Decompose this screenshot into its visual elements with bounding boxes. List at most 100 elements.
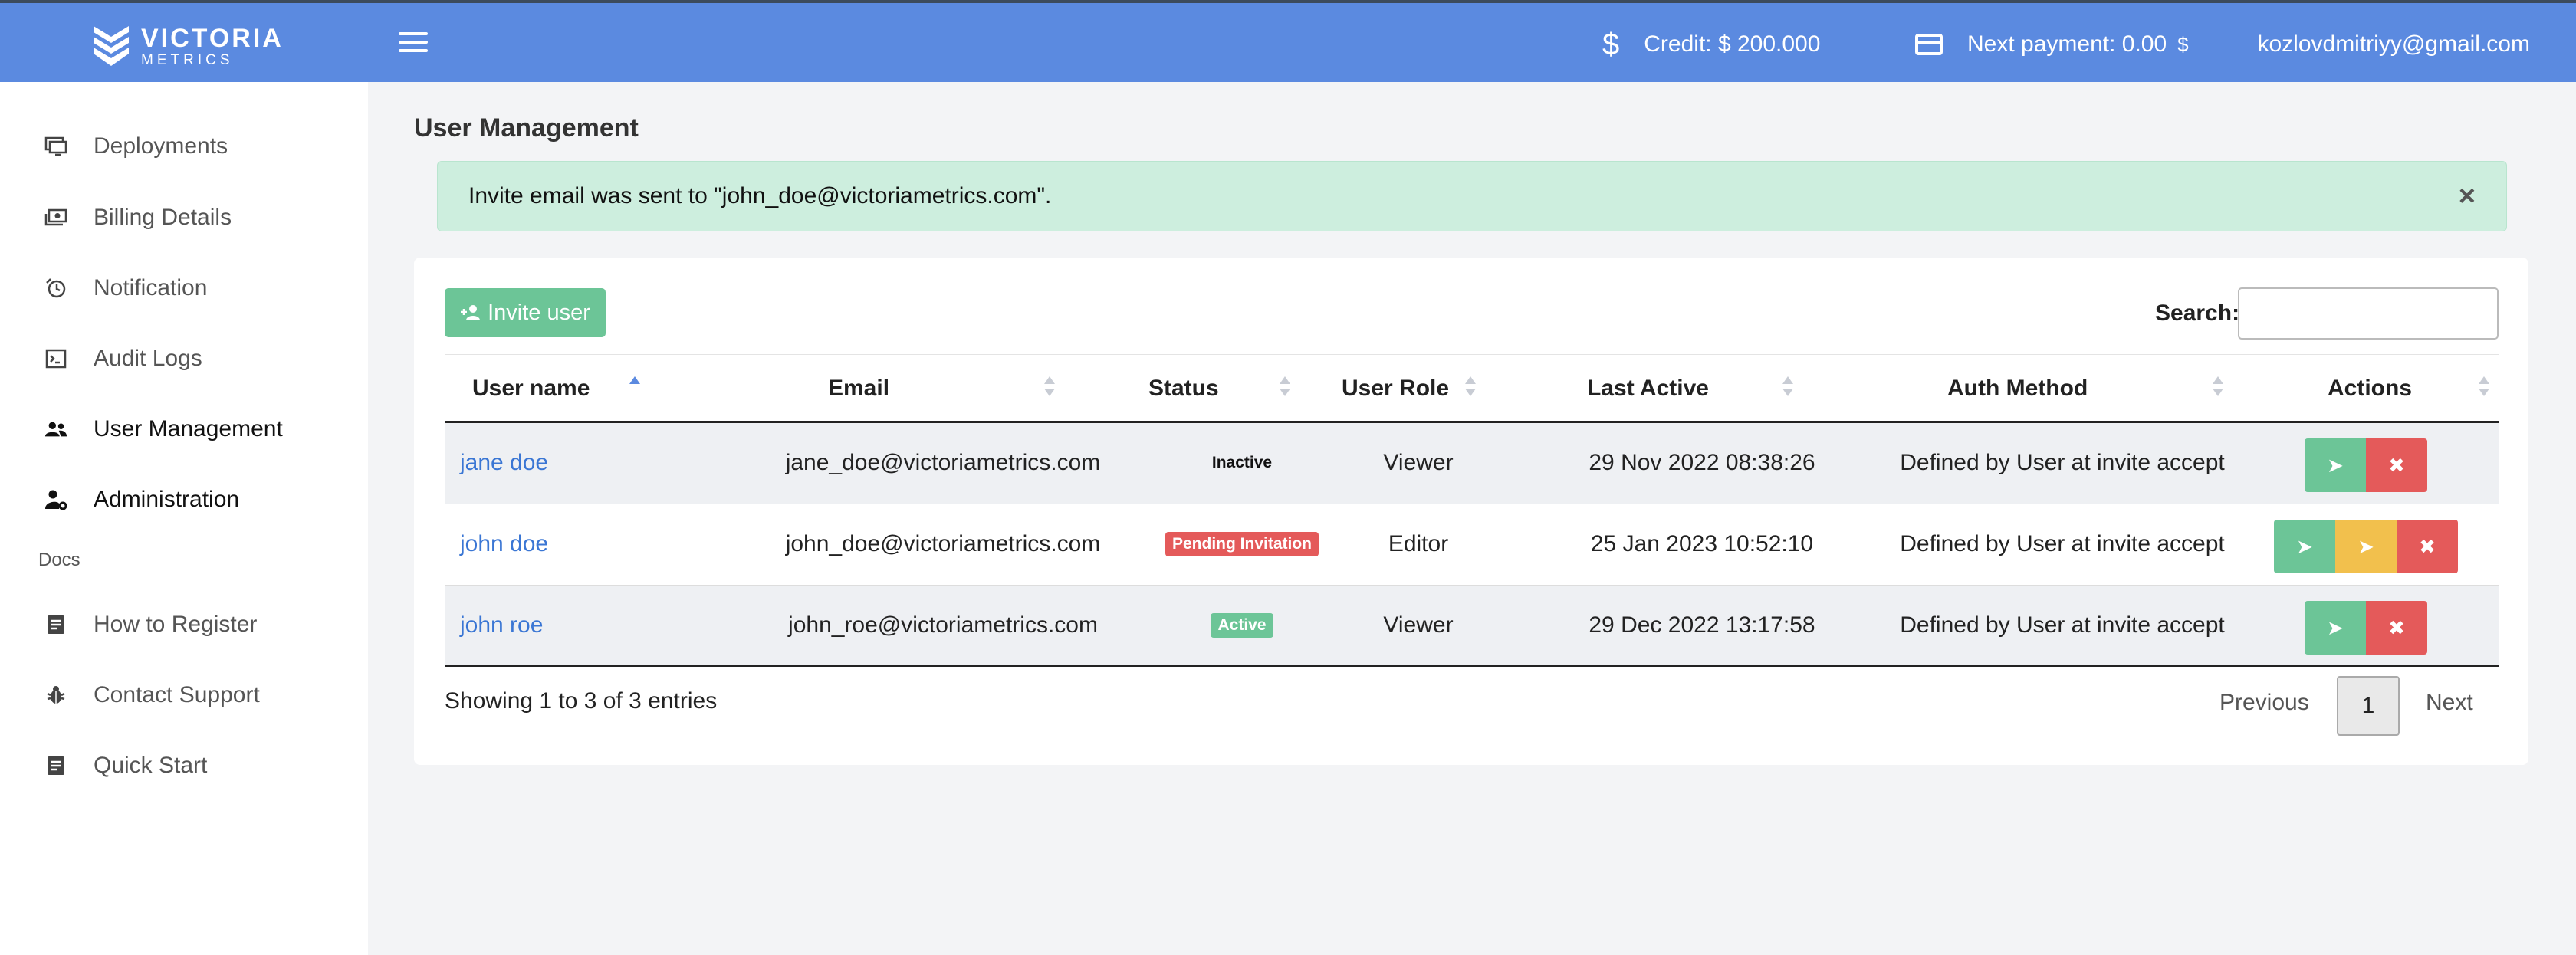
sidebar-item-quick-start[interactable]: Quick Start [0,743,368,789]
column-header-auth-method[interactable]: Auth Method [1947,355,2088,422]
last-active-cell: 29 Nov 2022 08:38:26 [1589,450,1815,475]
document-icon [44,754,67,777]
next-payment-display: Next payment: 0.00 $ [1915,29,2189,60]
user-role-cell: Viewer [1383,612,1454,638]
sort-icon[interactable] [1044,375,1055,399]
sort-icon[interactable] [2213,375,2223,399]
send-icon: ➤ [2358,534,2374,558]
user-gear-icon [44,488,67,511]
sort-ascending-icon[interactable] [629,375,640,399]
column-header-email[interactable]: Email [828,355,889,422]
remove-user-button[interactable]: ✖ [2397,520,2458,573]
next-payment-text: Next payment: 0.00 [1967,31,2167,57]
sidebar-item-label: Billing Details [94,205,232,230]
table-row: john doe john_doe@victoriametrics.com Pe… [445,504,2499,586]
column-header-last-active[interactable]: Last Active [1587,355,1709,422]
change-role-button[interactable]: ➤ [2274,520,2335,573]
credit-card-icon [1915,34,1943,55]
sidebar-item-label: Quick Start [94,753,208,778]
sidebar-item-administration[interactable]: Administration [0,477,368,523]
column-header-actions[interactable]: Actions [2328,355,2412,422]
user-edit-icon: ➤ [2296,534,2313,558]
success-alert: Invite email was sent to "john_doe@victo… [437,161,2507,231]
user-role-cell: Viewer [1383,450,1454,475]
remove-user-button[interactable]: ✖ [2366,601,2427,655]
user-email-cell: john_roe@victoriametrics.com [788,612,1098,638]
invite-user-label: Invite user [488,300,590,325]
top-bar: VICTORIA METRICS $ Credit: $ 200.000 Nex… [0,0,2576,82]
user-edit-icon: ➤ [2327,615,2344,639]
credit-display: $ Credit: $ 200.000 [1602,27,1821,61]
sidebar-item-notification[interactable]: Notification [0,265,368,311]
status-badge: Active [1211,613,1273,638]
table-header: User name Email Status User Role Last Ac… [445,354,2499,423]
entries-info: Showing 1 to 3 of 3 entries [445,688,718,714]
status-badge: Inactive [1211,454,1273,471]
alarm-icon [44,277,67,300]
document-icon [44,613,67,636]
credit-text: Credit: $ 200.000 [1644,31,1821,57]
sidebar-item-deployments[interactable]: Deployments [0,123,368,169]
user-email[interactable]: kozlovdmitriyy@gmail.com [2257,29,2530,60]
row-actions: ➤ ✖ [2305,438,2427,492]
search-input[interactable] [2238,287,2499,340]
dollar-icon: $ [1602,27,1620,61]
row-actions: ➤ ➤ ✖ [2274,520,2458,573]
sidebar-item-label: User Management [94,416,283,441]
logo[interactable]: VICTORIA METRICS [92,23,284,69]
user-table-card: Invite user Search: User name Email Stat… [414,258,2528,765]
search-label: Search: [2155,300,2240,326]
remove-user-button[interactable]: ✖ [2366,438,2427,492]
change-role-button[interactable]: ➤ [2305,438,2366,492]
auth-method-cell: Defined by User at invite accept [1900,612,2225,638]
sidebar-item-how-to-register[interactable]: How to Register [0,602,368,648]
sidebar: Deployments Billing Details Notification… [0,82,368,955]
table-row: john roe john_roe@victoriametrics.com Ac… [445,586,2499,667]
remove-user-icon: ✖ [2388,453,2405,477]
close-icon[interactable]: × [2459,180,2476,213]
user-name-link[interactable]: john roe [460,586,543,665]
add-user-icon [461,305,481,320]
logo-title: VICTORIA [141,23,284,53]
pagination-page-1[interactable]: 1 [2337,676,2400,736]
users-icon [44,418,67,441]
sort-icon[interactable] [2479,375,2489,399]
user-role-cell: Editor [1388,531,1449,556]
status-badge: Pending Invitation [1165,532,1319,556]
resend-invite-button[interactable]: ➤ [2335,520,2397,573]
sidebar-item-user-management[interactable]: User Management [0,406,368,452]
user-email-cell: jane_doe@victoriametrics.com [785,450,1101,475]
column-header-user-name[interactable]: User name [472,355,590,422]
sort-icon[interactable] [1465,375,1476,399]
remove-user-icon: ✖ [2419,534,2436,558]
last-active-cell: 25 Jan 2023 10:52:10 [1590,531,1814,556]
sidebar-item-audit-logs[interactable]: Audit Logs [0,336,368,382]
sort-icon[interactable] [1783,375,1793,399]
sidebar-item-label: Audit Logs [94,346,202,371]
alert-message: Invite email was sent to "john_doe@victo… [468,183,1052,208]
sidebar-item-billing-details[interactable]: Billing Details [0,195,368,241]
row-actions: ➤ ✖ [2305,601,2427,655]
monitor-icon [44,135,67,158]
pagination-next[interactable]: Next [2426,690,2473,716]
user-name-link[interactable]: jane doe [460,423,548,503]
change-role-button[interactable]: ➤ [2305,601,2366,655]
user-name-link[interactable]: john doe [460,504,548,584]
sort-icon[interactable] [1280,375,1290,399]
remove-user-icon: ✖ [2388,615,2405,639]
column-header-user-role[interactable]: User Role [1342,355,1449,422]
sidebar-item-contact-support[interactable]: Contact Support [0,672,368,718]
sidebar-item-label: How to Register [94,612,258,637]
sidebar-item-label: Contact Support [94,682,260,707]
billing-icon [44,206,67,229]
sidebar-item-label: Deployments [94,133,228,159]
next-payment-currency: $ [2177,32,2189,56]
invite-user-button[interactable]: Invite user [445,288,606,337]
hamburger-menu-icon[interactable] [399,32,428,55]
last-active-cell: 29 Dec 2022 13:17:58 [1589,612,1815,638]
column-header-status[interactable]: Status [1148,355,1219,422]
victoria-metrics-logo-icon [94,26,129,66]
sidebar-item-label: Administration [94,487,240,512]
logo-subtitle: METRICS [141,51,234,68]
pagination-previous[interactable]: Previous [2220,690,2309,716]
